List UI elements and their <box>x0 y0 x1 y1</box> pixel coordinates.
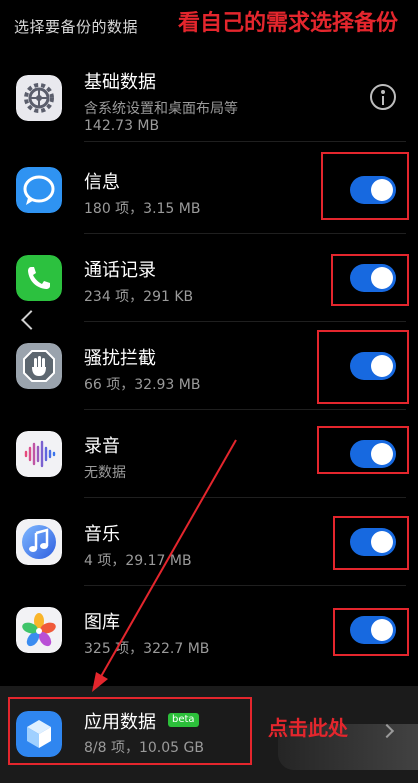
info-icon[interactable] <box>370 84 396 110</box>
item-subtitle: 4 项，29.17 MB <box>84 553 192 569</box>
item-subtitle: 无数据 <box>84 465 126 481</box>
annotation-box-app-data <box>8 697 252 765</box>
annotation-box-harassment <box>317 330 409 404</box>
annotation-box-messages <box>321 152 409 220</box>
item-subtitle: 66 项，32.93 MB <box>84 377 201 393</box>
music-note-icon <box>16 519 62 565</box>
item-subtitle: 含系统设置和桌面布局等 <box>84 101 238 117</box>
annotation-choose-note: 看自己的需求选择备份 <box>178 11 399 36</box>
item-subtitle: 325 项，322.7 MB <box>84 641 210 657</box>
list-item-basic-data[interactable]: 基础数据 含系统设置和桌面布局等 142.73 MB <box>0 54 418 142</box>
item-title: 音乐 <box>84 524 120 545</box>
page-title: 选择要备份的数据 <box>14 18 139 36</box>
item-title: 通话记录 <box>84 260 156 281</box>
annotation-box-music <box>333 516 409 570</box>
message-bubble-icon <box>16 167 62 213</box>
settings-gear-icon <box>16 75 62 121</box>
item-subtitle: 234 项，291 KB <box>84 289 194 305</box>
item-title: 图库 <box>84 612 120 633</box>
item-size: 142.73 MB <box>84 118 160 134</box>
divider <box>84 141 406 142</box>
sound-wave-icon <box>16 431 62 477</box>
phone-icon <box>16 255 62 301</box>
header: 选择要备份的数据 看自己的需求选择备份 <box>0 0 418 56</box>
annotation-box-gallery <box>333 608 409 656</box>
annotation-box-call-log <box>331 254 409 306</box>
gallery-flower-icon <box>16 607 62 653</box>
block-hand-icon <box>16 343 62 389</box>
annotation-click-note: 点击此处 <box>268 716 348 740</box>
item-title: 录音 <box>84 436 120 457</box>
item-subtitle: 180 项，3.15 MB <box>84 201 201 217</box>
item-title: 基础数据 <box>84 72 156 93</box>
annotation-box-recordings <box>317 426 409 474</box>
item-title: 骚扰拦截 <box>84 348 156 369</box>
item-title: 信息 <box>84 172 120 193</box>
